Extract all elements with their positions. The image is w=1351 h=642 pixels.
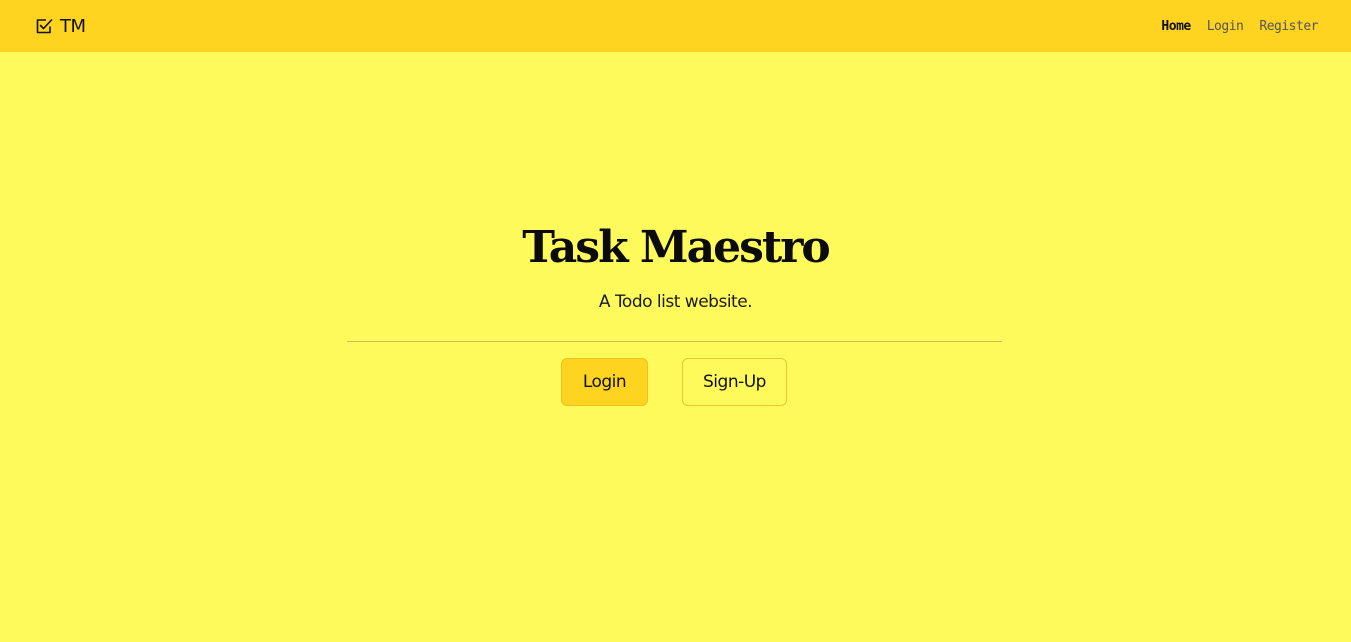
navbar: TM Home Login Register	[0, 0, 1351, 52]
login-button[interactable]: Login	[561, 358, 648, 406]
divider	[347, 341, 1002, 342]
hero-section: Task Maestro A Todo list website. Login …	[0, 52, 1351, 642]
nav-links: Home Login Register	[1161, 19, 1318, 34]
brand-text: TM	[60, 15, 86, 37]
nav-link-login[interactable]: Login	[1207, 19, 1244, 34]
checkbox-check-icon	[36, 19, 53, 34]
page-title: Task Maestro	[522, 222, 830, 273]
signup-button[interactable]: Sign-Up	[682, 358, 787, 406]
page-subtitle: A Todo list website.	[598, 292, 753, 312]
nav-link-home[interactable]: Home	[1161, 19, 1191, 34]
brand-link[interactable]: TM	[35, 16, 86, 37]
nav-link-register[interactable]: Register	[1259, 19, 1318, 34]
